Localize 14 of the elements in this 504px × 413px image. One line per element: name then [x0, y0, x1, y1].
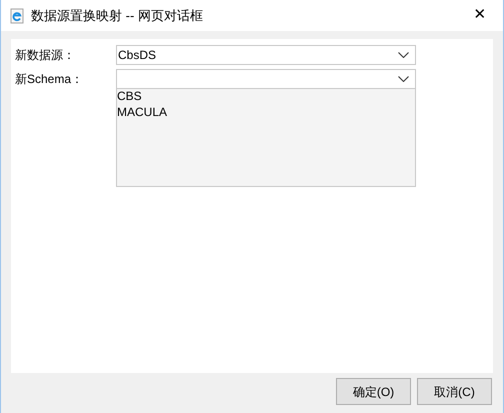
dropdown[interactable]: [116, 69, 416, 89]
browser-icon: [9, 8, 25, 24]
field-label: 新数据源：: [15, 47, 76, 64]
dropdown[interactable]: CbsDS: [116, 45, 416, 65]
list-item[interactable]: MACULA: [117, 104, 168, 120]
chevron-icon: [398, 76, 409, 82]
list-item[interactable]: CBS: [117, 88, 142, 104]
window-title: 数据源置换映射 -- 网页对话框: [31, 6, 203, 25]
schema-list[interactable]: CBS MACULA: [116, 87, 416, 187]
close-button[interactable]: ✕: [465, 0, 495, 30]
dialog-button[interactable]: 取消(C): [417, 378, 492, 405]
chevron-icon: [398, 52, 409, 58]
field-label: 新Schema：: [15, 71, 84, 88]
dialog-button[interactable]: 确定(O): [336, 378, 411, 405]
